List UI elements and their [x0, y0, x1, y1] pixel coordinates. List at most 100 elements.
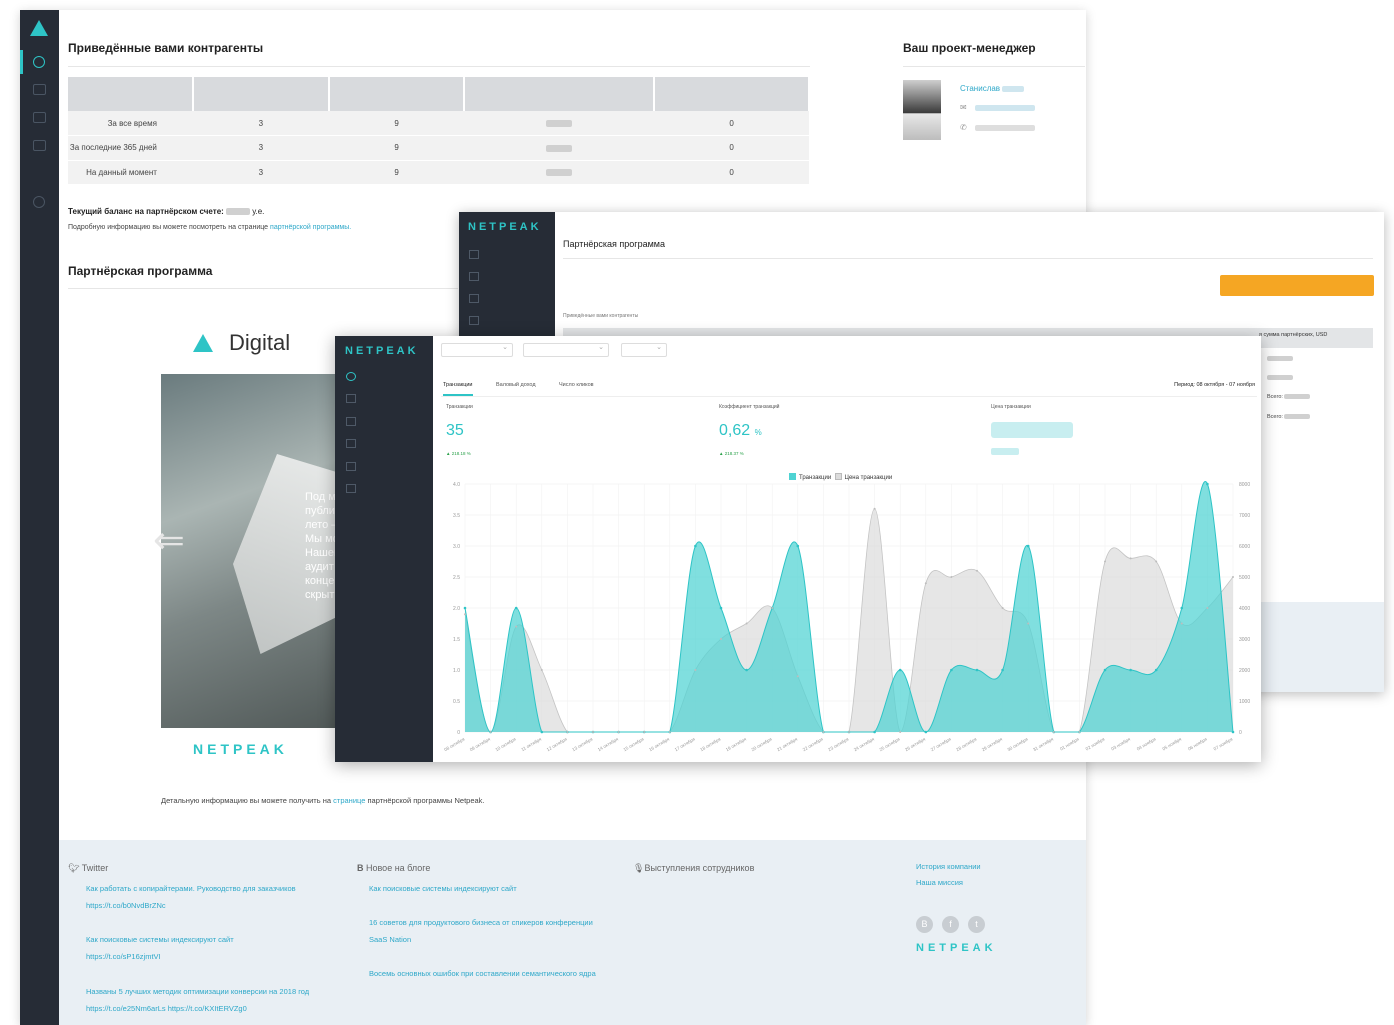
promo-photo: Под м публи лето – Мы мс Нашей аудит кон…: [161, 374, 361, 728]
price-point: [1180, 622, 1183, 625]
blurred-surname: [1002, 85, 1025, 92]
table-cell: [464, 160, 655, 185]
twitter-link[interactable]: Как поисковые системы индексируют сайт: [86, 935, 234, 944]
digital-text: Digital: [229, 330, 291, 355]
mid-sidebar-item[interactable]: [469, 272, 489, 282]
front-sidebar-item-active[interactable]: [346, 372, 366, 382]
front-sidebar-item[interactable]: [346, 394, 366, 404]
detail-link[interactable]: странице: [333, 796, 365, 805]
filter-dropdown[interactable]: [621, 343, 667, 357]
y-right-tick: 2000: [1239, 668, 1250, 674]
y-left-tick: 1.0: [453, 668, 460, 674]
vk-icon[interactable]: B: [916, 916, 933, 933]
twitter-link[interactable]: https://t.co/b0NvdBrZNc: [86, 901, 166, 910]
front-sidebar-item[interactable]: [346, 462, 366, 472]
blog-link[interactable]: Как поисковые системы индексируют сайт: [369, 884, 517, 893]
netpeak-logo-icon[interactable]: [30, 20, 48, 36]
tab-transactions[interactable]: Транзакции: [443, 382, 473, 396]
mid-sidebar-item[interactable]: [469, 316, 489, 326]
pm-name-text: Станислав: [960, 84, 1001, 93]
metric-label: Цена транзакции: [991, 404, 1031, 410]
mission-link[interactable]: Наша миссия: [916, 878, 963, 887]
x-tick: 23 октября: [827, 736, 850, 752]
x-tick: 09 октября: [469, 736, 492, 752]
mid-blurred-value: [1267, 375, 1293, 381]
documents-icon[interactable]: [33, 140, 46, 151]
x-tick: 11 октября: [520, 736, 542, 752]
price-point: [566, 731, 569, 733]
x-tick: 05 ноября: [1161, 736, 1182, 751]
transactions-point: [873, 730, 876, 734]
x-tick: 14 октября: [597, 736, 620, 752]
twitter-title-text: Twitter: [81, 863, 109, 873]
front-logo[interactable]: NETPEAK: [345, 345, 419, 357]
front-sidebar-item[interactable]: [346, 484, 366, 494]
table-cell: [464, 135, 655, 161]
twitter-link[interactable]: https://t.co/sP16zjmtVI: [86, 952, 161, 961]
table-row: На данный момент 3 9 0: [68, 160, 809, 185]
blurred-metric-delta: [991, 448, 1019, 455]
talks-title: 🎙︎Выступления сотрудников: [633, 863, 754, 874]
tab-gross-income[interactable]: Валовый доход: [496, 382, 536, 394]
twitter-link[interactable]: https://t.co/e25Nm6arLs https://t.co/KXI…: [86, 1004, 247, 1013]
pm-name[interactable]: Станислав: [960, 84, 1025, 93]
front-sidebar-item[interactable]: [346, 439, 366, 449]
price-point: [899, 731, 902, 733]
filter-dropdown[interactable]: [523, 343, 609, 357]
blurred-value: [1267, 356, 1293, 362]
finance-icon[interactable]: [33, 84, 46, 95]
blog-link[interactable]: Восемь основных ошибок при составлении с…: [369, 969, 596, 978]
price-point: [1129, 557, 1132, 560]
twitter-link[interactable]: Названы 5 лучших методик оптимизации кон…: [86, 987, 309, 996]
price-point: [1001, 607, 1004, 609]
price-point: [976, 569, 978, 572]
pm-avatar: [903, 80, 941, 140]
company-history-link[interactable]: История компании: [916, 862, 981, 871]
slider-prev-arrow-icon[interactable]: ⇐: [153, 518, 185, 563]
facebook-icon[interactable]: f: [942, 916, 959, 933]
pm-phone[interactable]: ✆: [960, 123, 1035, 132]
transactions-point: [796, 544, 800, 548]
blog-link[interactable]: SaaS Nation: [369, 935, 411, 944]
metric-delta: ▲ 218.18 %: [446, 451, 471, 456]
table-header-cell: [654, 77, 810, 111]
twitter-social-icon[interactable]: t: [968, 916, 985, 933]
mid-total: Всего:: [1267, 394, 1311, 400]
pm-email[interactable]: ✉: [960, 103, 1035, 112]
transactions-point: [1026, 544, 1030, 548]
withdraw-button[interactable]: [1220, 275, 1374, 296]
transactions-point: [898, 668, 902, 672]
y-left-tick: 3.0: [453, 544, 460, 550]
metric-value: 35: [446, 422, 464, 440]
y-right-tick: 1000: [1239, 699, 1250, 705]
transactions-point: [1129, 668, 1132, 672]
mid-logo[interactable]: NETPEAK: [468, 221, 542, 233]
price-point: [848, 731, 850, 733]
settings-icon[interactable]: [33, 196, 45, 208]
twitter-title: 🐦︎ Twitter: [68, 863, 108, 874]
transactions-point: [1206, 482, 1209, 486]
talks-title-text: Выступления сотрудников: [644, 863, 755, 873]
more-info-text: Подробную информацию вы можете посмотрет…: [68, 224, 269, 231]
price-point: [1232, 576, 1234, 578]
table-row: За все время 3 9 0: [68, 111, 809, 136]
main-sidebar: [20, 10, 59, 1025]
metric-delta: ▲ 218.37 %: [719, 451, 744, 456]
twitter-icon: 🐦︎: [68, 863, 82, 873]
reports-icon[interactable]: [33, 112, 46, 123]
balance-unit: у.е.: [252, 207, 265, 216]
x-tick: 16 октября: [648, 736, 671, 752]
analytics-window: NETPEAK Транзакции Валовый доход Число к…: [335, 336, 1261, 762]
tab-clicks[interactable]: Число кликов: [559, 382, 594, 394]
divider: [563, 258, 1373, 259]
mid-sidebar-item[interactable]: [469, 294, 489, 304]
twitter-link[interactable]: Как работать с копирайтерами. Руководств…: [86, 884, 296, 893]
transactions-point: [1180, 606, 1184, 610]
front-sidebar-item[interactable]: [346, 417, 366, 427]
partner-program-link[interactable]: партнёрской программы.: [270, 224, 351, 231]
mid-sidebar-item[interactable]: [469, 250, 489, 260]
filter-dropdown[interactable]: [441, 343, 513, 357]
table-header-cell: [68, 77, 194, 111]
dashboard-icon[interactable]: [33, 56, 45, 68]
blog-link[interactable]: 16 советов для продуктового бизнеса от с…: [369, 918, 593, 927]
